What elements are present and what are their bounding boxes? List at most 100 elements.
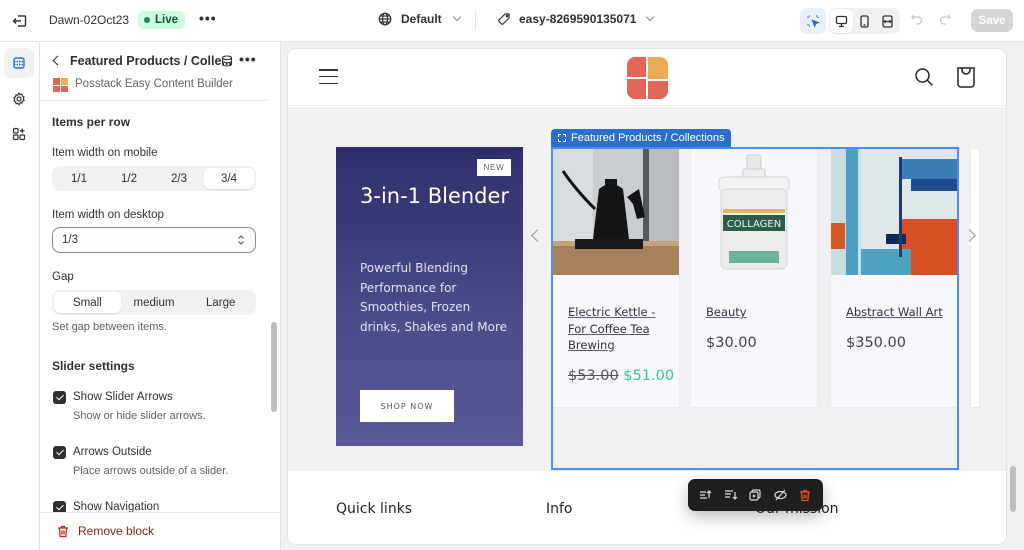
- mobile-view-button[interactable]: [853, 9, 876, 33]
- exit-icon[interactable]: [11, 12, 29, 30]
- checkbox-label: Show Slider Arrows: [73, 391, 173, 403]
- slider-prev-arrow[interactable]: [531, 229, 544, 242]
- redo-icon[interactable]: [938, 12, 952, 26]
- gap-label: Gap: [52, 271, 74, 283]
- tag-icon: [498, 13, 510, 25]
- panel-header: Featured Products / Colle... ••• Posstac…: [40, 42, 268, 101]
- slider-settings-heading: Slider settings: [52, 359, 135, 373]
- panel-scrollbar[interactable]: [271, 322, 277, 412]
- more-icon[interactable]: •••: [199, 10, 217, 26]
- status-badge: Live: [138, 11, 186, 29]
- divider: [475, 12, 476, 30]
- desktop-icon: [835, 15, 848, 27]
- selection-outline: [551, 147, 959, 470]
- rail-item-sections[interactable]: [4, 48, 34, 78]
- move-down-icon[interactable]: [723, 487, 739, 503]
- inspector-icon: [807, 15, 820, 28]
- mobile-width-option-selected[interactable]: 3/4: [204, 168, 254, 189]
- mobile-width-label: Item width on mobile: [52, 147, 158, 159]
- left-rail: [0, 42, 40, 550]
- mobile-width-option[interactable]: 1/1: [54, 168, 104, 189]
- viewport-switcher: [829, 8, 900, 34]
- desktop-width-select[interactable]: 1/3: [52, 227, 256, 253]
- promo-title: 3-in-1 Blender: [360, 184, 510, 208]
- undo-icon[interactable]: [910, 12, 924, 26]
- rail-item-apps[interactable]: [4, 119, 34, 149]
- desktop-width-label: Item width on desktop: [52, 209, 164, 221]
- storefront-preview: NEW 3-in-1 Blender Powerful Blending Per…: [288, 49, 1006, 544]
- sections-icon: [13, 57, 25, 69]
- search-icon[interactable]: [914, 67, 934, 87]
- checkbox-label: Arrows Outside: [73, 446, 152, 458]
- gap-help: Set gap between items.: [52, 321, 167, 333]
- gap-segmented: Small medium Large: [52, 290, 256, 315]
- delete-icon[interactable]: [797, 487, 813, 503]
- checkbox-help: Place arrows outside of a slider.: [73, 465, 229, 477]
- apps-add-icon: [12, 127, 26, 141]
- selected-block-label: Featured Products / Collections: [551, 129, 732, 147]
- gear-icon: [13, 92, 25, 106]
- selected-block-title: Featured Products / Collections: [571, 132, 725, 144]
- product-card-partial: [971, 149, 979, 407]
- new-badge: NEW: [477, 159, 511, 176]
- arrows-outside-checkbox[interactable]: [53, 446, 66, 459]
- desktop-width-value: 1/3: [62, 234, 78, 246]
- checkbox-help: Show or hide slider arrows.: [73, 410, 206, 422]
- language-selector[interactable]: Default: [378, 12, 461, 26]
- footer-heading: Info: [546, 501, 573, 517]
- store-footer: Quick links Info Our mission: [288, 471, 1006, 544]
- store-header: [288, 49, 1006, 106]
- featured-products-section[interactable]: NEW 3-in-1 Blender Powerful Blending Per…: [288, 107, 1006, 487]
- globe-icon: [378, 12, 392, 26]
- select-updown-icon: [238, 235, 244, 245]
- promo-description: Powerful Blending Performance for Smooth…: [360, 261, 508, 334]
- theme-name: Dawn-02Oct23: [49, 13, 130, 27]
- mobile-width-option[interactable]: 1/2: [104, 168, 154, 189]
- block-settings-panel: Featured Products / Colle... ••• Posstac…: [40, 42, 281, 550]
- language-label: Default: [401, 12, 442, 26]
- trash-icon: [58, 525, 68, 537]
- save-button[interactable]: Save: [971, 9, 1013, 32]
- chevron-down-icon: [452, 12, 461, 22]
- back-icon[interactable]: [52, 55, 63, 66]
- app-name: Posstack Easy Content Builder: [75, 78, 233, 90]
- chevron-down-icon: [646, 12, 655, 22]
- gap-option[interactable]: medium: [121, 292, 188, 313]
- mobile-icon: [860, 14, 869, 28]
- remove-block-button[interactable]: Remove block: [57, 524, 154, 538]
- rail-item-theme-settings[interactable]: [4, 84, 34, 114]
- more-icon[interactable]: •••: [239, 51, 257, 67]
- block-toolbar: [688, 479, 823, 511]
- app-logo: [53, 78, 68, 92]
- footer-heading: Quick links: [336, 501, 413, 517]
- panel-title: Featured Products / Colle...: [70, 54, 232, 68]
- preview-scrollbar[interactable]: [1010, 466, 1016, 512]
- promo-banner[interactable]: NEW 3-in-1 Blender Powerful Blending Per…: [336, 147, 523, 446]
- gap-option[interactable]: Large: [187, 292, 254, 313]
- show-slider-arrows-checkbox[interactable]: [53, 391, 66, 404]
- template-label: easy-8269590135071: [519, 12, 637, 26]
- duplicate-icon[interactable]: [747, 487, 763, 503]
- editor-topbar: Dawn-02Oct23 Live ••• Default easy-82695…: [0, 0, 1024, 42]
- status-text: Live: [155, 14, 179, 26]
- mobile-width-option[interactable]: 2/3: [154, 168, 204, 189]
- template-selector[interactable]: easy-8269590135071: [497, 12, 655, 26]
- menu-icon[interactable]: [319, 69, 338, 84]
- cart-icon[interactable]: [956, 66, 976, 88]
- gap-option-selected[interactable]: Small: [54, 292, 121, 313]
- status-dot: [144, 17, 150, 23]
- database-icon[interactable]: [221, 55, 233, 67]
- panel-footer: Remove block: [40, 512, 280, 550]
- mobile-width-segmented: 1/1 1/2 2/3 3/4: [52, 166, 256, 191]
- select-corners-icon: [558, 134, 566, 142]
- desktop-view-button[interactable]: [830, 9, 853, 33]
- store-logo[interactable]: [627, 57, 668, 99]
- move-up-icon[interactable]: [698, 487, 714, 503]
- hide-icon[interactable]: [772, 487, 788, 503]
- fullwidth-icon: [882, 14, 893, 28]
- inspector-button[interactable]: [800, 8, 826, 34]
- fullwidth-view-button[interactable]: [876, 9, 899, 33]
- items-per-row-heading: Items per row: [52, 115, 131, 129]
- remove-block-label: Remove block: [78, 524, 155, 538]
- shop-now-button[interactable]: SHOP NOW: [360, 390, 454, 422]
